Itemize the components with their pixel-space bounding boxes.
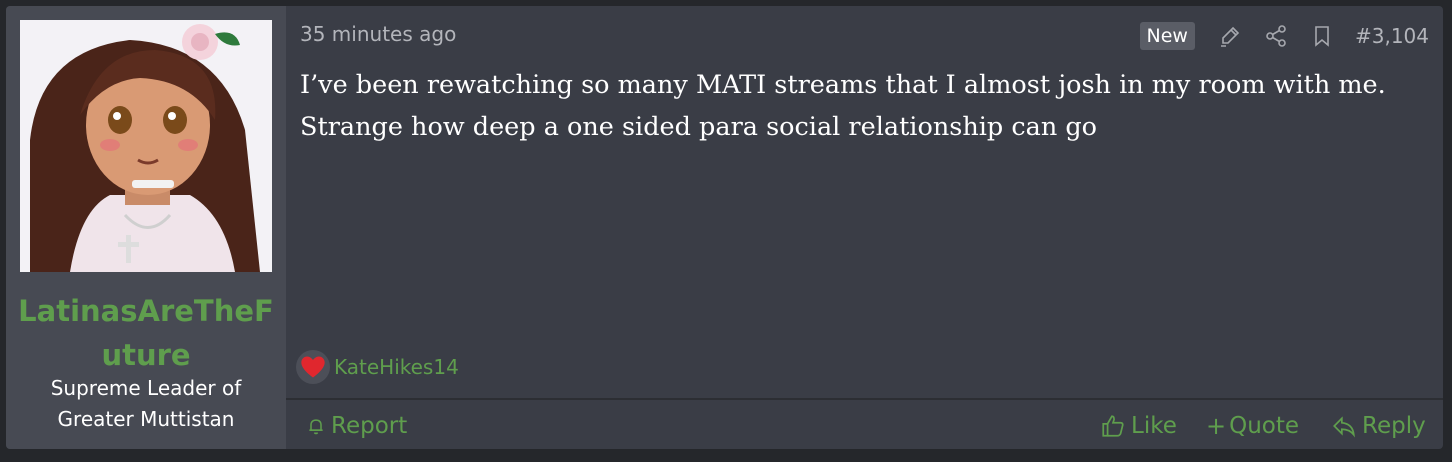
plus-icon: + <box>1206 412 1227 440</box>
quote-button[interactable]: + Quote <box>1206 406 1299 446</box>
quote-label: Quote <box>1229 413 1300 439</box>
post-body-line: Strange how deep a one sided para social… <box>300 112 1098 142</box>
like-label: Like <box>1131 413 1177 439</box>
user-info-panel: LatinasAreTheFuture Supreme Leader of Gr… <box>6 6 286 449</box>
like-button[interactable]: Like <box>1100 406 1177 446</box>
bell-icon <box>309 419 323 435</box>
post-body-line: I’ve been rewatching so many MATI stream… <box>300 70 1386 100</box>
new-badge: New <box>1139 22 1195 50</box>
post-footer: Report Like + Quote Reply <box>286 406 1443 446</box>
thumbs-up-icon <box>1102 415 1124 437</box>
reactions-bar[interactable]: KateHikes14 <box>296 350 459 384</box>
footer-divider <box>286 398 1443 400</box>
post-main: 35 minutes ago New #3,104 I’ve been rewa… <box>286 6 1443 449</box>
forum-post: LatinasAreTheFuture Supreme Leader of Gr… <box>6 6 1443 449</box>
post-timestamp[interactable]: 35 minutes ago <box>300 22 456 46</box>
report-button[interactable]: Report <box>306 406 407 446</box>
bookmark-icon[interactable] <box>1309 23 1335 49</box>
report-label: Report <box>331 413 408 439</box>
post-body: I’ve been rewatching so many MATI stream… <box>300 64 1403 148</box>
post-header-actions: New #3,104 <box>1139 20 1429 52</box>
reply-button[interactable]: Reply <box>1331 406 1426 446</box>
reply-icon <box>1333 416 1355 438</box>
username[interactable]: LatinasAreTheFuture <box>6 289 286 377</box>
post-number-link[interactable]: #3,104 <box>1355 24 1429 48</box>
highlighter-icon[interactable] <box>1217 23 1243 49</box>
avatar[interactable] <box>20 20 272 272</box>
reply-label: Reply <box>1362 413 1426 439</box>
share-icon[interactable] <box>1263 23 1289 49</box>
reaction-username[interactable]: KateHikes14 <box>334 355 459 379</box>
heart-icon <box>296 350 330 384</box>
user-title: Supreme Leader of Greater Muttistan <box>50 376 242 431</box>
